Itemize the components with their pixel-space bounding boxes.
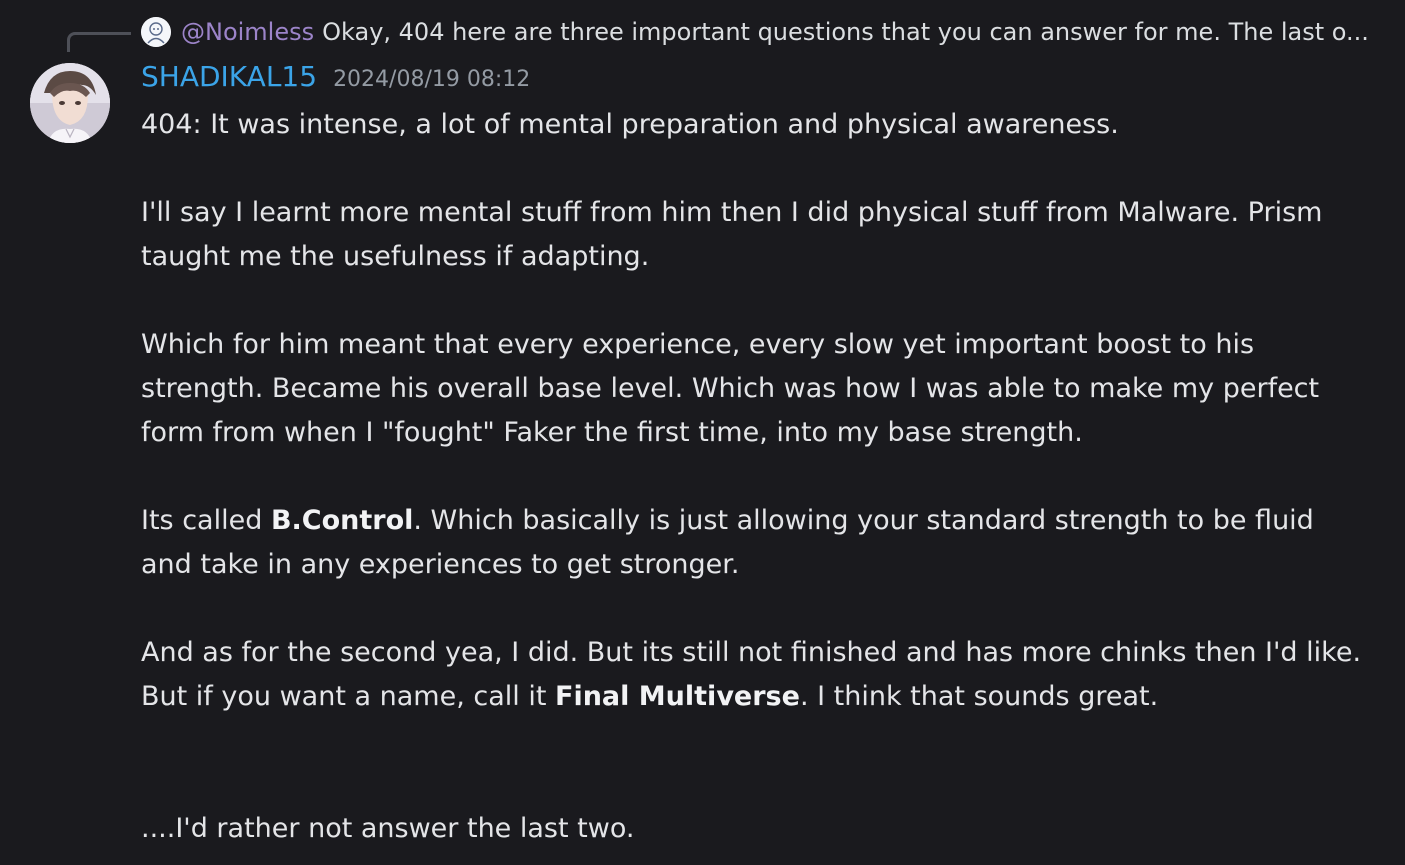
username[interactable]: SHADIKAL15 [141, 60, 317, 93]
message-paragraph: Which for him meant that every experienc… [141, 329, 1320, 448]
reply-author-name[interactable]: @Noimless [181, 18, 314, 46]
message-paragraph: 404: It was intense, a lot of mental pre… [141, 109, 1119, 140]
message-content: 404: It was intense, a lot of mental pre… [141, 103, 1371, 851]
reply-author-avatar[interactable] [141, 17, 171, 47]
paragraph-text: . I think that sounds great. [799, 681, 1159, 712]
message-header: SHADIKAL15 2024/08/19 08:12 [141, 60, 530, 100]
bold-technique-name: B.Control [270, 505, 414, 536]
chat-message: @Noimless Okay, 404 here are three impor… [0, 0, 1405, 865]
message-paragraph: And as for the second yea, I did. But it… [141, 631, 1371, 719]
user-avatar[interactable] [30, 63, 110, 143]
timestamp[interactable]: 2024/08/19 08:12 [333, 67, 530, 92]
message-paragraph: Its called B.Control. Which basically is… [141, 499, 1371, 587]
reply-preview[interactable]: @Noimless Okay, 404 here are three impor… [141, 14, 1371, 50]
paragraph-text: Its called [141, 505, 271, 536]
reply-connector [67, 32, 131, 52]
message-paragraph: I'll say I learnt more mental stuff from… [141, 197, 1323, 272]
message-paragraph: ....I'd rather not answer the last two. [141, 813, 635, 844]
bold-technique-name: Final Multiverse [555, 681, 800, 712]
reply-text[interactable]: Okay, 404 here are three important quest… [322, 18, 1369, 46]
